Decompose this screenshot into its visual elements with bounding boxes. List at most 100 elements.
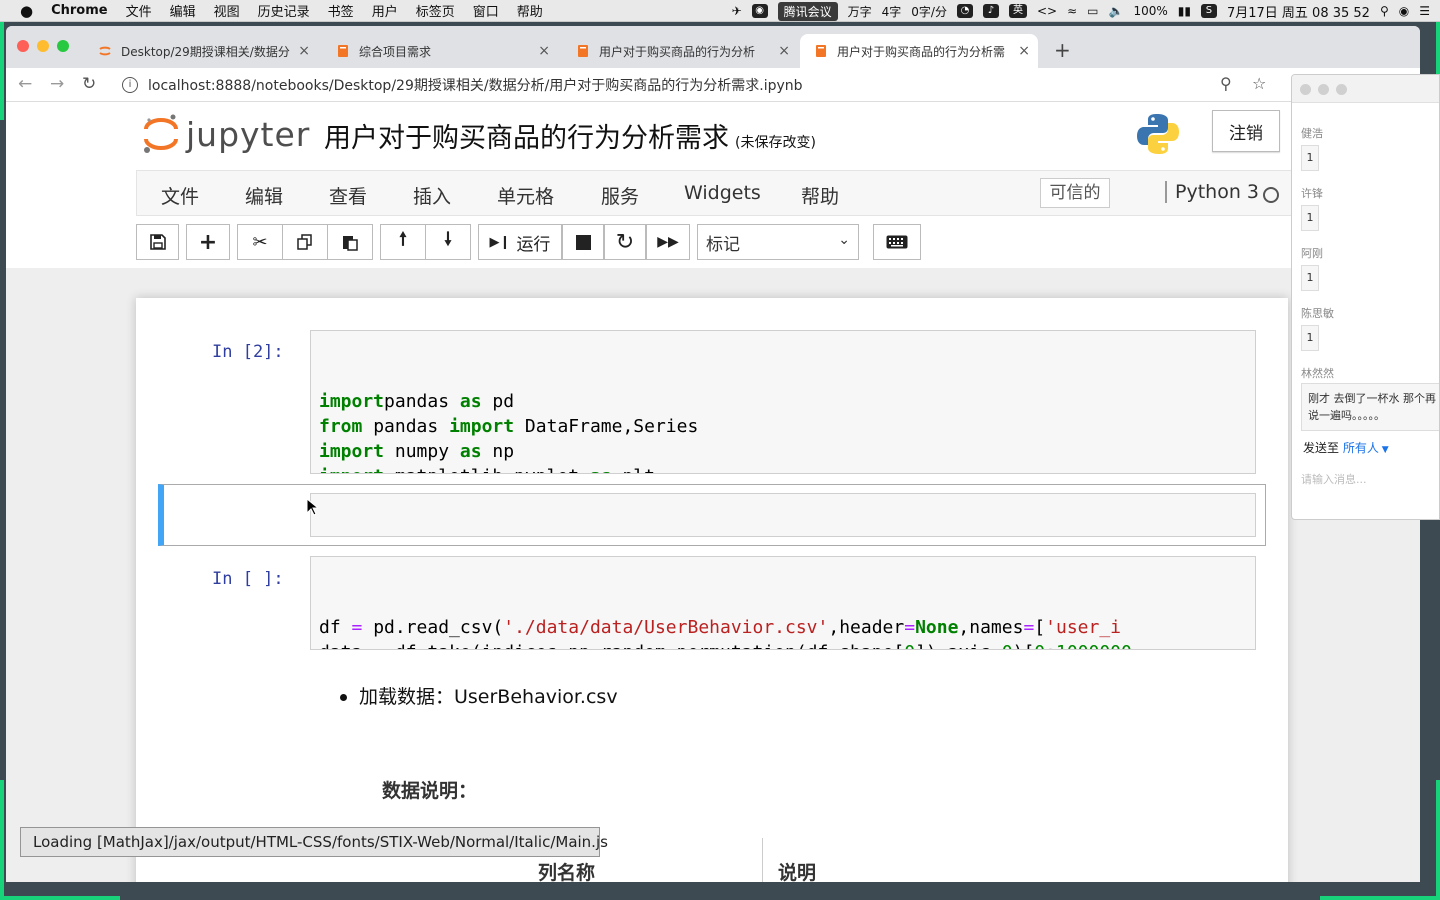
frame-accent (1320, 896, 1440, 900)
cut-button[interactable]: ✂ (237, 224, 283, 260)
apple-icon[interactable]: ● (20, 2, 33, 20)
save-button[interactable] (136, 224, 179, 260)
code-cell-imports[interactable]: importpandas as pd from pandas import Dat… (310, 330, 1256, 474)
ime-indicator[interactable]: 英 (1008, 4, 1027, 18)
airplay-icon[interactable]: ▭ (1087, 4, 1098, 18)
clock-icon[interactable]: ◔ (956, 4, 973, 18)
copy-button[interactable] (282, 224, 328, 260)
chat-sender: 许锋 (1301, 187, 1323, 200)
menu-help[interactable]: 帮助 (801, 182, 839, 209)
wechat-icon[interactable]: ◉ (751, 4, 768, 18)
menu-help[interactable]: 帮助 (517, 1, 543, 20)
forward-icon[interactable]: → (50, 74, 64, 94)
selected-cell[interactable] (158, 484, 1266, 546)
spotlight-icon[interactable]: ⚲ (1380, 4, 1389, 18)
command-palette-button[interactable] (873, 224, 921, 260)
menu-widgets[interactable]: Widgets (684, 182, 761, 204)
menu-edit[interactable]: 编辑 (170, 1, 196, 20)
menu-view[interactable]: 视图 (214, 1, 240, 20)
jupyter-logo[interactable]: jupyter (142, 112, 310, 156)
bookmark-star-icon[interactable]: ☆ (1252, 74, 1266, 93)
menu-view[interactable]: 查看 (329, 182, 367, 209)
tab-analysis-active[interactable]: 用户对于购买商品的行为分析需 × (800, 34, 1038, 68)
minimize-window-button[interactable] (37, 40, 49, 52)
tab-close-icon[interactable]: × (778, 43, 790, 59)
send-to-target[interactable]: 所有人 (1343, 441, 1379, 455)
zoom-icon[interactable]: ⚲ (1220, 74, 1232, 93)
tab-analysis[interactable]: 用户对于购买商品的行为分析 × (562, 34, 798, 68)
code-token: pandas (362, 416, 450, 437)
notebook-container: In [2]: importpandas as pd from pandas im… (6, 268, 1420, 882)
s-app-icon[interactable]: S (1200, 4, 1217, 18)
menu-history[interactable]: 历史记录 (258, 1, 310, 20)
code-token: as (590, 466, 612, 473)
run-label: 运行 (516, 234, 551, 255)
chat-minimize-button[interactable] (1318, 84, 1329, 95)
menu-app-chrome[interactable]: Chrome (51, 3, 108, 18)
siri-icon[interactable]: ◉ (1399, 4, 1409, 18)
menu-insert[interactable]: 插入 (413, 182, 451, 209)
back-icon[interactable]: ← (18, 74, 32, 94)
code-token: None (915, 617, 959, 638)
notification-icon[interactable]: ☰ (1419, 4, 1430, 18)
chat-zoom-button[interactable] (1336, 84, 1347, 95)
menu-tabs[interactable]: 标签页 (416, 1, 455, 20)
datetime[interactable]: 7月17日 周五 08 35 52 (1227, 2, 1370, 21)
cell-prompt: In [2]: (212, 342, 284, 362)
tab-close-icon[interactable]: × (298, 43, 310, 59)
code-token: import (319, 466, 384, 473)
empty-code-cell[interactable] (310, 493, 1256, 537)
bullet-icon (340, 694, 347, 701)
tab-project[interactable]: 综合项目需求 × (322, 34, 558, 68)
code-token: pd.read_csv( (362, 617, 504, 638)
move-up-button[interactable]: 🠕 (380, 224, 426, 260)
menu-kernel[interactable]: 服务 (601, 182, 639, 209)
char-count: 4字 (881, 4, 902, 19)
move-down-button[interactable]: 🠗 (425, 224, 471, 260)
menu-cell[interactable]: 单元格 (497, 182, 554, 209)
menu-file[interactable]: 文件 (126, 1, 152, 20)
wifi-icon[interactable]: ≈ (1067, 4, 1077, 18)
menu-bookmarks[interactable]: 书签 (328, 1, 354, 20)
logout-button[interactable]: 注销 (1212, 110, 1280, 152)
menu-window[interactable]: 窗口 (473, 1, 499, 20)
battery-icon[interactable]: ▮▮ (1178, 4, 1191, 18)
volume-icon[interactable]: 🔈 (1109, 4, 1124, 18)
battery-percent[interactable]: 100% (1133, 4, 1167, 18)
tab-title: 用户对于购买商品的行为分析需 (837, 44, 1006, 59)
chat-message: 刚才 去倒了一杯水 那个再说一遍吗。。。。。 (1301, 383, 1439, 431)
airplane-icon[interactable]: ✈ (732, 4, 742, 18)
code-icon[interactable]: <> (1037, 4, 1057, 18)
mic-icon[interactable]: ♪ (982, 4, 999, 18)
restart-button[interactable]: ↻ (604, 224, 646, 260)
close-window-button[interactable] (17, 40, 29, 52)
send-to-selector[interactable]: 发送至 所有人 ▼ (1303, 439, 1389, 456)
meeting-indicator[interactable]: 腾讯会议 (777, 1, 838, 21)
code-token: df (319, 617, 352, 638)
menu-people[interactable]: 用户 (372, 1, 398, 20)
site-info-icon[interactable]: i (122, 77, 138, 93)
tab-close-icon[interactable]: × (538, 43, 550, 59)
restart-run-all-button[interactable]: ▶▶ (646, 224, 690, 260)
cell-type-select[interactable]: 标记 ⌄ (697, 224, 859, 260)
tab-jupyter-tree[interactable]: Desktop/29期授课相关/数据分 × (84, 34, 318, 68)
chat-message: 1 (1301, 205, 1319, 231)
chat-input[interactable]: 请输入消息... (1301, 471, 1367, 487)
address-bar[interactable]: i localhost:8888/notebooks/Desktop/29期授课… (116, 72, 1286, 98)
chat-close-button[interactable] (1300, 84, 1311, 95)
menu-edit[interactable]: 编辑 (245, 182, 283, 209)
paste-button[interactable] (327, 224, 373, 260)
new-tab-button[interactable]: + (1054, 38, 1071, 62)
tab-close-icon[interactable]: × (1018, 43, 1030, 59)
code-cell-read-csv[interactable]: df = pd.read_csv('./data/data/UserBehavi… (310, 556, 1256, 650)
code-line: import matplotlib.pyplot as plt (319, 464, 1247, 473)
run-button[interactable]: ▶❙ 运行 (478, 224, 562, 260)
maximize-window-button[interactable] (57, 40, 69, 52)
menu-file[interactable]: 文件 (161, 182, 199, 209)
interrupt-button[interactable] (562, 224, 604, 260)
reload-icon[interactable]: ↻ (82, 74, 96, 94)
insert-cell-button[interactable]: + (186, 224, 230, 260)
trusted-indicator[interactable]: 可信的 (1040, 178, 1110, 208)
notebook-name[interactable]: 用户对于购买商品的行为分析需求 (324, 123, 729, 154)
notebook-title[interactable]: 用户对于购买商品的行为分析需求 (未保存改变) (324, 116, 816, 155)
